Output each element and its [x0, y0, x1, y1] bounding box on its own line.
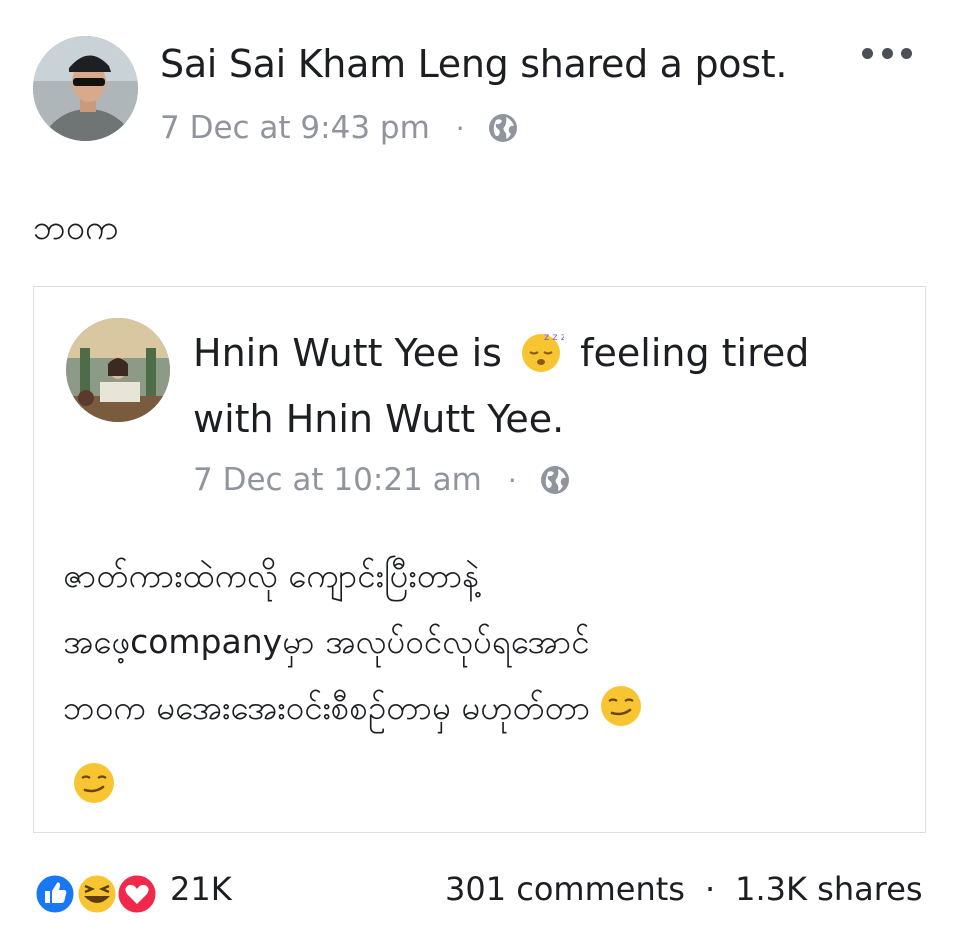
shared-post-text-line: ဇာတ်ကားထဲကလို ကျောင်းပြီးတာနဲ့	[63, 556, 480, 595]
more-options-icon[interactable]	[862, 44, 912, 62]
sleepy-face-icon: z z z	[518, 328, 566, 374]
post-header-title: Sai Sai Kham Leng shared a post.	[160, 42, 787, 86]
author-avatar[interactable]	[33, 36, 138, 141]
is-label: is	[471, 331, 502, 375]
post-meta: 7 Dec at 9:43 pm ·	[160, 110, 519, 146]
author-name[interactable]: Sai Sai Kham Leng	[160, 42, 509, 86]
shared-author-avatar[interactable]	[66, 318, 170, 422]
shared-post-text-line-content: ဘဝက မအေးအေးဝင်းစီစဉ်တာမှ မဟုတ်တာ	[63, 688, 591, 727]
reactions-summary[interactable]	[33, 872, 163, 916]
shared-post-header-title: Hnin Wutt Yee is z z z feeling tired wit…	[193, 320, 893, 452]
post-timestamp[interactable]: 7 Dec at 9:43 pm	[160, 110, 430, 146]
smirking-face-icon	[71, 760, 117, 806]
shared-author-name[interactable]: Hnin Wutt Yee	[193, 331, 459, 375]
smirking-face-icon	[598, 683, 644, 729]
tagged-with-text[interactable]: with Hnin Wutt Yee.	[193, 397, 564, 441]
meta-separator: ·	[455, 111, 465, 145]
feeling-text[interactable]: feeling tired	[580, 331, 809, 375]
reactions-count[interactable]: 21K	[170, 870, 232, 908]
shares-count[interactable]: 1.3K shares	[735, 870, 922, 908]
svg-text:z z z: z z z	[544, 332, 564, 343]
shared-post-text-line: အဖေ့companyမှာ အလုပ်ဝင်လုပ်ရအောင်	[63, 622, 590, 661]
shared-post-text: ဇာတ်ကားထဲကလို ကျောင်းပြီးတာနဲ့အဖေ့compan…	[63, 543, 903, 741]
comments-count[interactable]: 301 comments	[445, 870, 685, 908]
shared-post-text-line: ဘဝက မအေးအေးဝင်းစီစဉ်တာမှ မဟုတ်တာ	[63, 675, 903, 741]
post-text: ဘဝက	[33, 208, 119, 248]
globe-icon[interactable]	[539, 464, 571, 496]
meta-separator: ·	[507, 463, 517, 497]
engagement-separator: ·	[704, 870, 716, 908]
like-icon	[33, 872, 77, 916]
engagement-stats: 301 comments · 1.3K shares	[445, 870, 923, 908]
laughing-face-icon	[75, 872, 119, 916]
love-icon	[115, 872, 159, 916]
shared-post-meta: 7 Dec at 10:21 am ·	[193, 462, 571, 498]
shared-post-timestamp[interactable]: 7 Dec at 10:21 am	[193, 462, 482, 498]
post-action-text: shared a post.	[520, 42, 788, 86]
globe-icon[interactable]	[487, 112, 519, 144]
